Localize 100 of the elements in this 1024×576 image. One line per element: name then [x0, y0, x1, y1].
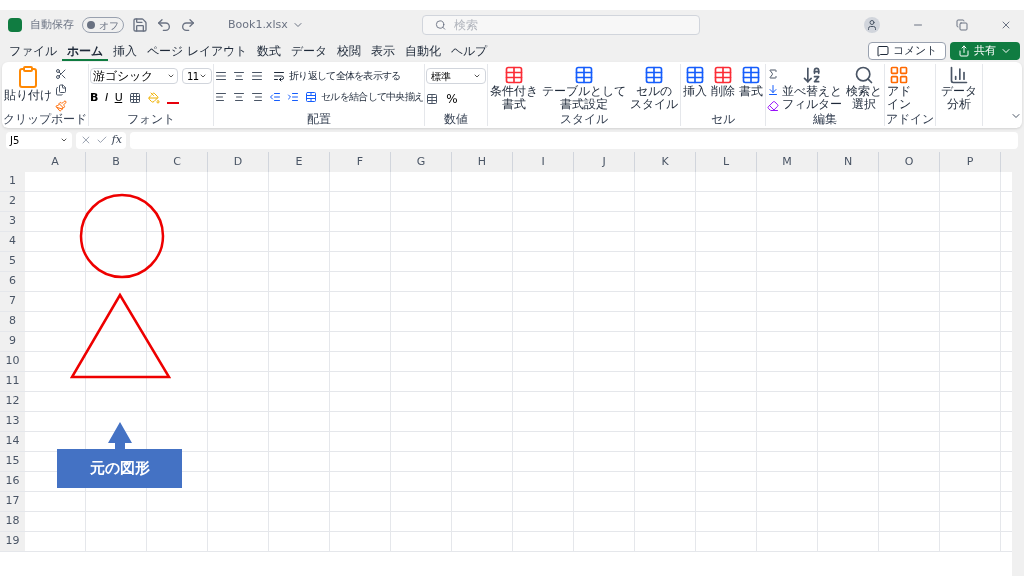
menu-tab[interactable]: ページ レイアウト: [142, 41, 252, 61]
row-header[interactable]: 19: [0, 532, 25, 551]
fill-icon[interactable]: [767, 84, 780, 96]
ribbon-button[interactable]: アド イン: [886, 64, 913, 111]
save-icon[interactable]: [132, 17, 148, 33]
brush-icon[interactable]: [55, 100, 67, 112]
column-header[interactable]: E: [269, 152, 330, 172]
column-header[interactable]: F: [330, 152, 391, 172]
caret-icon[interactable]: [199, 72, 207, 80]
row-header[interactable]: 10: [0, 352, 25, 371]
menu-tab[interactable]: ファイル: [4, 41, 62, 61]
font-style-button[interactable]: U: [114, 90, 123, 107]
font-name-field[interactable]: 游ゴシック: [90, 68, 178, 84]
column-header[interactable]: G: [391, 152, 452, 172]
column-header[interactable]: A: [25, 152, 86, 172]
borders-icon[interactable]: [129, 92, 142, 105]
ribbon-button[interactable]: 削除: [710, 64, 737, 98]
triangle-shape[interactable]: [69, 292, 172, 379]
row-header[interactable]: 8: [0, 312, 25, 331]
ribbon-button[interactable]: セルの スタイル: [629, 64, 680, 111]
align-top-icon[interactable]: [215, 69, 227, 82]
share-button[interactable]: 共有: [950, 42, 1020, 60]
formula-field[interactable]: [130, 131, 1018, 149]
row-header[interactable]: 5: [0, 252, 25, 271]
column-header[interactable]: M: [757, 152, 818, 172]
menu-tab[interactable]: 数式: [251, 41, 286, 61]
ribbon-button[interactable]: 並べ替えと フィルター: [781, 64, 844, 111]
menu-tab[interactable]: 自動化: [399, 41, 446, 61]
row-header[interactable]: 12: [0, 392, 25, 411]
column-header[interactable]: C: [147, 152, 208, 172]
eraser-icon[interactable]: [767, 100, 780, 112]
percent-button[interactable]: %: [446, 90, 458, 108]
undo-icon[interactable]: [156, 17, 172, 33]
menu-tab[interactable]: ホーム: [62, 41, 108, 61]
menu-tab[interactable]: データ: [285, 41, 332, 61]
column-header[interactable]: O: [879, 152, 940, 172]
ribbon-button[interactable]: データ 分析: [940, 64, 979, 111]
row-header[interactable]: 14: [0, 432, 25, 451]
caret-icon[interactable]: [60, 136, 68, 144]
fill-color-icon[interactable]: [148, 92, 161, 105]
search-field[interactable]: 検索: [421, 15, 700, 35]
align-bottom-icon[interactable]: [251, 69, 263, 82]
column-header[interactable]: H: [452, 152, 513, 172]
copy-icon[interactable]: [55, 84, 67, 96]
align-left-icon[interactable]: [215, 90, 227, 103]
vertical-scrollbar[interactable]: [1012, 172, 1024, 576]
align-right-icon[interactable]: [251, 90, 263, 103]
redo-icon[interactable]: [180, 17, 196, 33]
restore-icon[interactable]: [956, 19, 968, 31]
row-header[interactable]: 17: [0, 492, 25, 511]
column-header[interactable]: J: [574, 152, 635, 172]
circle-shape[interactable]: [79, 193, 165, 279]
ribbon-button[interactable]: 条件付き 書式: [489, 64, 540, 111]
caret-icon[interactable]: [473, 72, 482, 80]
user-avatar-icon[interactable]: [864, 17, 880, 33]
sum-icon[interactable]: [767, 68, 780, 80]
ribbon-button[interactable]: 検索と 選択: [845, 64, 884, 111]
row-header[interactable]: 4: [0, 232, 25, 251]
number-format-field[interactable]: 標準: [426, 68, 487, 84]
font-style-button[interactable]: B: [90, 90, 98, 107]
column-header[interactable]: K: [635, 152, 696, 172]
row-header[interactable]: 11: [0, 372, 25, 391]
font-style-button[interactable]: I: [104, 90, 108, 107]
caret-icon[interactable]: [167, 72, 175, 80]
name-box[interactable]: J5: [6, 131, 72, 149]
close-icon[interactable]: [1000, 19, 1012, 31]
merge-center-button[interactable]: セルを結合して中央揃え: [305, 89, 424, 104]
row-header[interactable]: 7: [0, 292, 25, 311]
menu-tab[interactable]: 表示: [365, 41, 400, 61]
row-header[interactable]: 18: [0, 512, 25, 531]
row-header[interactable]: 1: [0, 172, 25, 191]
ribbon-button[interactable]: テーブルとして 書式設定: [541, 64, 628, 111]
row-header[interactable]: 13: [0, 412, 25, 431]
indent-increase-icon[interactable]: [287, 90, 299, 103]
column-header[interactable]: D: [208, 152, 269, 172]
menu-tab[interactable]: ヘルプ: [445, 41, 492, 61]
column-header[interactable]: B: [86, 152, 147, 172]
row-header[interactable]: 16: [0, 472, 25, 491]
ribbon-button[interactable]: 貼り付け: [3, 64, 53, 102]
row-header[interactable]: 2: [0, 192, 25, 211]
ribbon-button[interactable]: 挿入: [682, 64, 709, 98]
column-header[interactable]: N: [818, 152, 879, 172]
menu-tab[interactable]: 校閲: [331, 41, 366, 61]
align-center-icon[interactable]: [233, 90, 245, 103]
comment-button[interactable]: コメント: [868, 42, 946, 60]
column-header[interactable]: I: [513, 152, 574, 172]
indent-decrease-icon[interactable]: [269, 90, 281, 103]
menu-tab[interactable]: 挿入: [108, 41, 142, 61]
column-header[interactable]: P: [940, 152, 1001, 172]
wrap-text-button[interactable]: 折り返して全体を表示する: [273, 68, 401, 83]
row-header[interactable]: 15: [0, 452, 25, 471]
row-header[interactable]: 9: [0, 332, 25, 351]
file-name[interactable]: Book1.xlsx: [228, 16, 304, 34]
ribbon-button[interactable]: 書式: [738, 64, 765, 98]
search-input[interactable]: 検索: [453, 16, 687, 34]
font-size-field[interactable]: 11: [182, 68, 212, 84]
row-header[interactable]: 3: [0, 212, 25, 231]
scissors-icon[interactable]: [55, 68, 67, 80]
row-header[interactable]: 6: [0, 272, 25, 291]
align-middle-icon[interactable]: [233, 69, 245, 82]
